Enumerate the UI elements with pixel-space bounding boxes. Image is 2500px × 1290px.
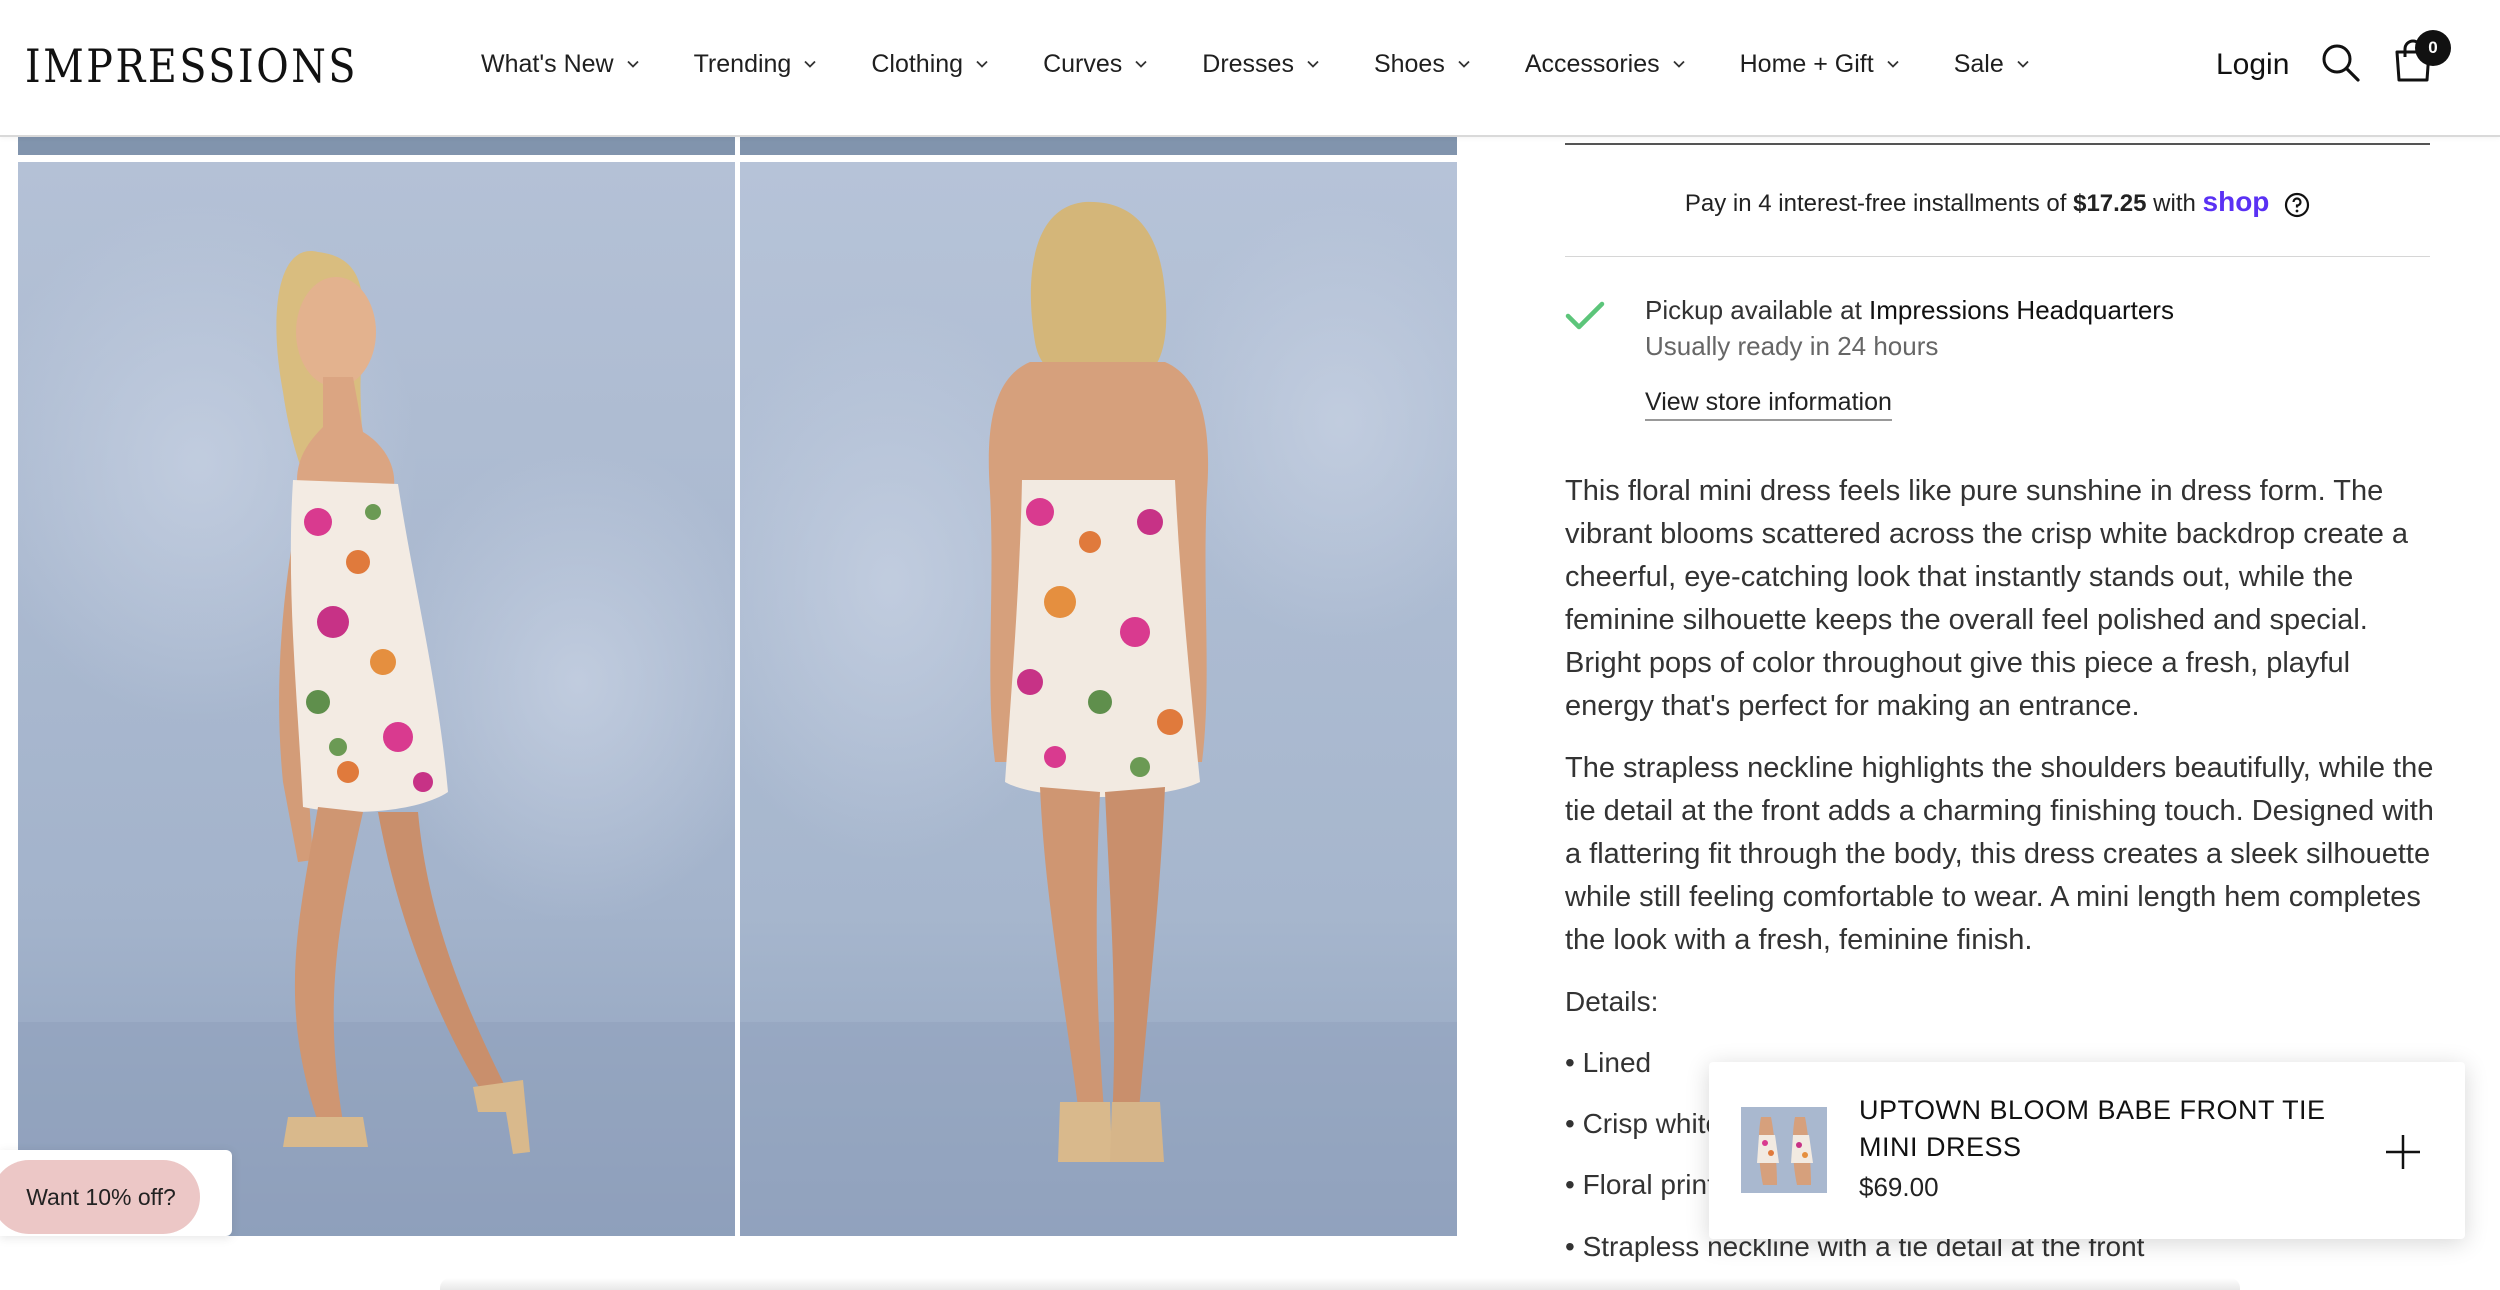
chevron-down-icon	[1887, 60, 1899, 68]
nav-item-label: Accessories	[1524, 49, 1660, 78]
nav-item-clothing[interactable]: Clothing	[871, 44, 989, 84]
plus-icon[interactable]	[2383, 1132, 2423, 1172]
sticky-product-title: UPTOWN BLOOM BABE FRONT TIE MINI DRESS	[1859, 1095, 2326, 1162]
nav-item-label: Shoes	[1373, 49, 1445, 78]
pickup-availability: Pickup available at Impressions Headquar…	[1645, 292, 2174, 328]
shop-pay-logo: shop	[2202, 186, 2270, 217]
divider	[1565, 256, 2430, 257]
chevron-down-icon	[804, 60, 816, 68]
detail-item: • Floral print	[1565, 1169, 1715, 1200]
cart-count-badge: 0	[2415, 30, 2451, 66]
nav-item-label: Home + Gift	[1739, 49, 1874, 78]
sticky-product-price: $69.00	[1859, 1172, 1939, 1202]
view-store-information-link[interactable]: View store information	[1645, 385, 1892, 421]
nav-item-label: What's New	[481, 49, 614, 78]
divider	[1565, 143, 2430, 145]
pickup-ready-time: Usually ready in 24 hours	[1645, 331, 1939, 361]
product-description: The strapless neckline highlights the sh…	[1565, 752, 2434, 956]
help-icon[interactable]	[2284, 192, 2310, 218]
installments-prefix: Pay in 4 interest-free installments of	[1684, 190, 2067, 217]
checkmark-icon	[1565, 301, 1605, 330]
nav-item-whats-new[interactable]: What's New	[481, 44, 640, 84]
product-thumbnail[interactable]	[1741, 1107, 1827, 1193]
site-header: IMPRESSIONS What's New Trending Clothing…	[0, 0, 2500, 137]
main-nav: What's New Trending Clothing Curves Dres…	[481, 44, 2084, 84]
promo-tab: Want 10% off?	[0, 1150, 232, 1236]
chevron-down-icon	[1458, 60, 1470, 68]
details-heading: Details:	[1565, 986, 1659, 1017]
chevron-down-icon	[1135, 60, 1147, 68]
brand-logo[interactable]: IMPRESSIONS	[25, 38, 358, 94]
discount-offer-button[interactable]: Want 10% off?	[0, 1160, 200, 1234]
nav-item-label: Trending	[693, 49, 792, 78]
login-link[interactable]: Login	[2216, 44, 2289, 86]
nav-item-accessories[interactable]: Accessories	[1525, 44, 1686, 84]
nav-item-label: Clothing	[871, 49, 964, 78]
pickup-location: Impressions Headquarters	[1869, 295, 2174, 325]
search-icon[interactable]	[2320, 42, 2362, 84]
sticky-add-to-cart-card: UPTOWN BLOOM BABE FRONT TIE MINI DRESS $…	[1709, 1062, 2465, 1239]
installments-banner: Pay in 4 interest-free installments of $…	[1565, 186, 2430, 218]
nav-item-dresses[interactable]: Dresses	[1202, 44, 1320, 84]
product-photo-partial[interactable]	[740, 137, 1457, 155]
nav-item-trending[interactable]: Trending	[694, 44, 818, 84]
chevron-down-icon	[1307, 60, 1319, 68]
nav-item-label: Sale	[1953, 49, 2004, 78]
chevron-down-icon	[1672, 60, 1685, 68]
nav-item-curves[interactable]: Curves	[1043, 44, 1148, 84]
nav-item-sale[interactable]: Sale	[1954, 44, 2030, 84]
detail-item: • Lined	[1565, 1047, 1652, 1078]
detail-item: • Crisp white	[1565, 1108, 1722, 1139]
product-gallery	[0, 137, 1470, 1290]
nav-item-label: Dresses	[1202, 49, 1294, 78]
product-photo-side-view[interactable]	[18, 162, 735, 1236]
chevron-down-icon	[976, 60, 988, 68]
installments-with: with	[2153, 190, 2196, 217]
product-description: This floral mini dress feels like pure s…	[1565, 475, 2409, 722]
nav-item-home-gift[interactable]: Home + Gift	[1740, 44, 1900, 84]
bottom-edge-shadow	[440, 1278, 2240, 1290]
chevron-down-icon	[2017, 60, 2029, 68]
pickup-label: Pickup available at	[1645, 295, 1862, 325]
nav-item-shoes[interactable]: Shoes	[1374, 44, 1471, 84]
chevron-down-icon	[626, 60, 639, 68]
nav-item-label: Curves	[1043, 49, 1123, 78]
installment-amount: $17.25	[2073, 190, 2147, 217]
product-photo-back-view[interactable]	[740, 162, 1457, 1236]
product-photo-partial[interactable]	[18, 137, 735, 155]
